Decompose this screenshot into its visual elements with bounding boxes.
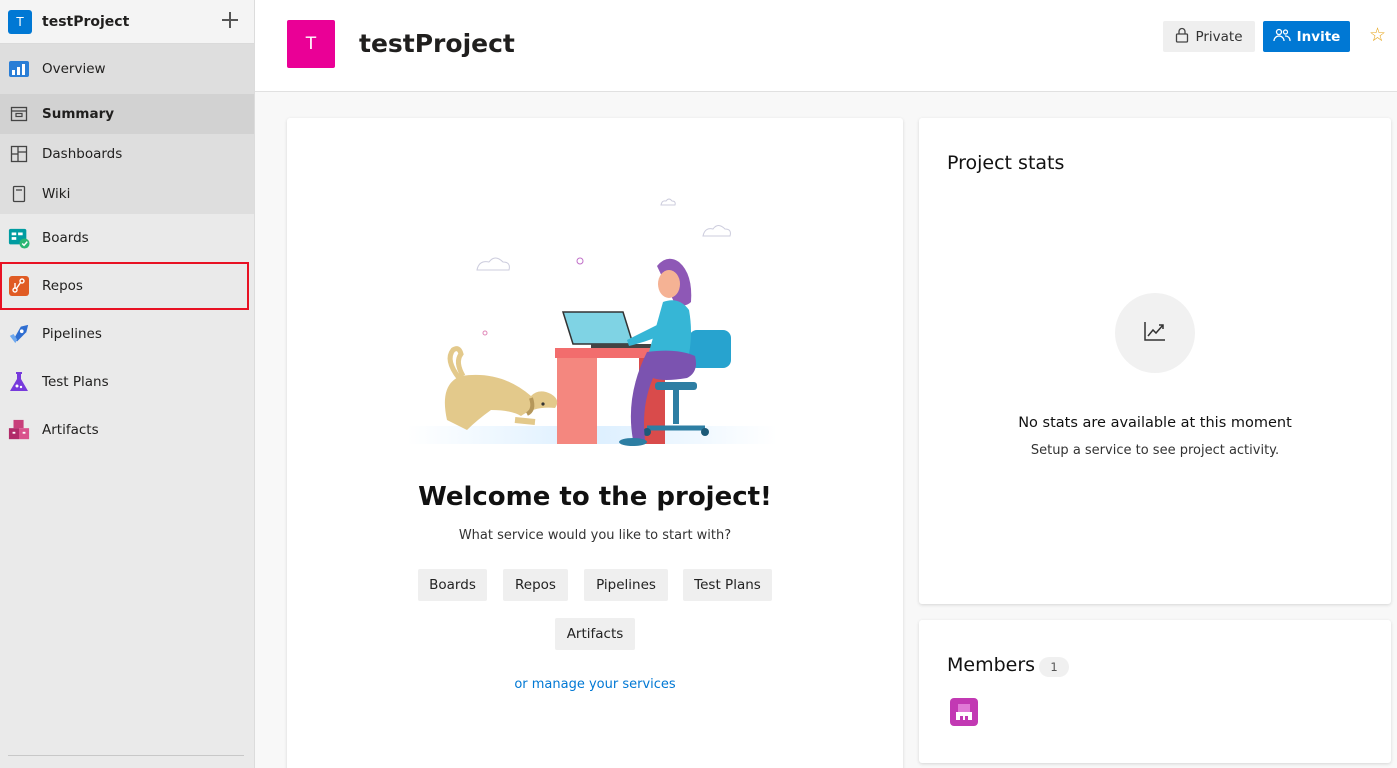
overview-group: Overview Summary Dashboards Wiki xyxy=(0,44,254,214)
nav-label: Dashboards xyxy=(42,146,123,162)
project-name: testProject xyxy=(42,13,130,30)
nav-test-plans[interactable]: Test Plans xyxy=(0,358,254,406)
nav-artifacts[interactable]: Artifacts xyxy=(0,406,254,454)
wiki-icon xyxy=(8,183,30,205)
service-boards-button[interactable]: Boards xyxy=(418,569,487,601)
project-avatar: T xyxy=(8,9,32,34)
dashboards-icon xyxy=(8,143,30,165)
private-label: Private xyxy=(1195,28,1243,45)
nav-label: Boards xyxy=(42,230,89,246)
invite-label: Invite xyxy=(1296,28,1341,45)
welcome-illustration xyxy=(407,190,777,448)
project-selector[interactable]: T testProject xyxy=(0,0,254,44)
people-icon xyxy=(1273,28,1291,46)
nav-label: Pipelines xyxy=(42,326,102,342)
members-card: Members 1 xyxy=(919,620,1391,763)
repos-icon xyxy=(8,275,30,297)
boards-icon xyxy=(8,227,30,249)
nav-label: Summary xyxy=(42,106,115,122)
nav-label: Test Plans xyxy=(42,374,109,390)
trend-chart-icon xyxy=(1143,320,1167,346)
nav-repos[interactable]: Repos xyxy=(0,262,249,310)
service-repos-button[interactable]: Repos xyxy=(503,569,568,601)
service-test-plans-button[interactable]: Test Plans xyxy=(683,569,772,601)
lock-icon xyxy=(1175,27,1189,47)
members-count-badge: 1 xyxy=(1039,657,1069,677)
service-pipelines-button[interactable]: Pipelines xyxy=(584,569,668,601)
nav-label: Overview xyxy=(42,61,106,77)
project-header: T testProject Private Invite ☆ xyxy=(255,0,1397,92)
nav-dashboards[interactable]: Dashboards xyxy=(0,134,254,174)
nav-overview[interactable]: Overview xyxy=(0,44,254,94)
nav-label: Wiki xyxy=(42,186,71,202)
welcome-subtitle: What service would you like to start wit… xyxy=(458,528,732,543)
overview-icon xyxy=(8,58,30,80)
members-title: Members xyxy=(947,654,1036,676)
service-artifacts-button[interactable]: Artifacts xyxy=(555,618,635,650)
setup-service-hint: Setup a service to see project activity. xyxy=(1030,443,1280,458)
nav-boards[interactable]: Boards xyxy=(0,214,254,262)
page-title: testProject xyxy=(359,29,515,58)
left-navigation: T testProject Overview Summary Dashboard… xyxy=(0,0,255,768)
summary-icon xyxy=(8,103,30,125)
nav-summary[interactable]: Summary xyxy=(0,94,254,134)
project-stats-card: Project stats No stats are available at … xyxy=(919,118,1391,604)
stats-title: Project stats xyxy=(947,152,1065,174)
nav-label: Artifacts xyxy=(42,422,99,438)
invite-button[interactable]: Invite xyxy=(1263,21,1350,52)
welcome-card: Welcome to the project! What service wou… xyxy=(287,118,903,768)
member-avatar[interactable] xyxy=(950,698,978,726)
star-icon[interactable]: ☆ xyxy=(1369,24,1386,46)
manage-services-link[interactable]: or manage your services xyxy=(287,677,903,692)
no-stats-message: No stats are available at this moment xyxy=(1018,415,1292,431)
project-avatar-large: T xyxy=(287,20,335,68)
welcome-title: Welcome to the project! xyxy=(418,482,772,512)
test-plans-icon xyxy=(8,371,30,393)
add-icon[interactable] xyxy=(220,10,240,30)
pipelines-icon xyxy=(8,323,30,345)
private-button[interactable]: Private xyxy=(1163,21,1255,52)
artifacts-icon xyxy=(8,419,30,441)
nav-wiki[interactable]: Wiki xyxy=(0,174,254,214)
sidebar-divider xyxy=(8,755,244,756)
stats-empty-badge xyxy=(1115,293,1195,373)
nav-pipelines[interactable]: Pipelines xyxy=(0,310,254,358)
nav-label: Repos xyxy=(42,278,83,294)
